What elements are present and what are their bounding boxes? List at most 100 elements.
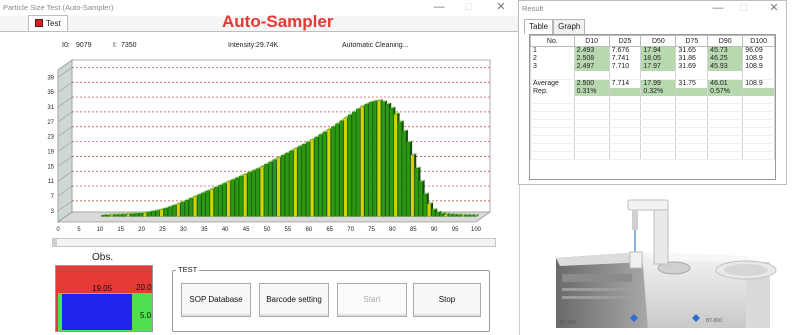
sop-database-button[interactable]: SOP Database [181,283,251,317]
bar [473,215,477,217]
chart-scrollbar-thumb[interactable] [53,239,57,246]
table-row[interactable]: 2 2.508 7.741 18.05 31.86 46.25 108.9 [530,55,775,63]
obs-lower-limit: 5.0 [140,311,152,320]
result-maximize-button[interactable]: □ [733,1,755,16]
x-tick-label: 10 [96,227,103,233]
y-tick-label: 15 [47,164,54,170]
result-table-container: No. D10 D25 D50 D75 D90 D100 1 2.493 7.6… [529,34,776,180]
y-tick-label: 3 [51,209,55,215]
bar [322,131,327,217]
i0-value: 9079 [76,42,92,49]
table-cell: 108.9 [742,79,775,88]
bar [159,209,164,217]
table-cell: 108.9 [742,63,775,71]
x-tick-label: 90 [431,227,438,233]
table-cell: 17.99 [640,79,677,88]
bar [360,106,365,217]
table-cell: 108.9 [742,55,775,63]
bar [180,201,185,217]
x-tick-label: 80 [389,227,396,233]
y-tick-label: 23 [47,135,54,141]
result-minimize-button[interactable]: — [707,1,729,16]
bar [134,213,139,217]
bar [122,214,126,217]
table-cell: 7.714 [608,79,642,88]
y-tick-label: 19 [47,150,54,156]
bar [402,131,406,217]
bar [460,215,465,217]
table-cell: 31.75 [675,79,709,88]
x-tick-label: 0 [56,227,60,233]
bar [456,214,461,217]
bar [218,185,222,217]
tab-test-label: Test [46,19,61,28]
stop-button[interactable]: Stop [413,283,481,317]
table-cell: 96.09 [742,46,775,55]
column-header[interactable]: No. [530,35,575,47]
right-edge [789,0,808,335]
bar [138,213,143,217]
average-row[interactable]: Average 2.500 7.714 17.99 31.75 46.01 10… [530,79,775,88]
bar [289,150,294,217]
maximize-button[interactable]: □ [458,0,480,15]
x-tick-label: 30 [180,227,187,233]
barcode-setting-button[interactable]: Barcode setting [259,283,329,317]
tab-test[interactable]: Test [28,15,68,31]
x-tick-label: 95 [452,227,459,233]
table-cell: Rep. [530,87,575,96]
bar [280,155,285,217]
table-cell: 31.86 [675,55,709,63]
tab-graph[interactable]: Graph [553,19,586,34]
result-close-button[interactable]: ✕ [763,1,785,16]
bar [264,164,268,217]
table-row[interactable]: 1 2.493 7.676 17.94 31.65 45.73 96.09 [530,46,775,55]
table-cell: 2.500 [573,79,610,88]
table-cell: 31.69 [675,63,709,71]
bar [193,196,197,217]
bar [147,211,151,217]
chart-scrollbar[interactable] [52,238,496,247]
table-cell [608,87,642,96]
minimize-button[interactable]: — [428,0,450,15]
i0-label: I0: [62,42,70,49]
bar [464,215,469,217]
column-header[interactable]: D10 [573,35,610,47]
bar [109,214,114,217]
y-tick-label: 35 [47,90,54,96]
tab-table[interactable]: Table [524,19,554,34]
rep-row[interactable]: Rep. 0.31% 0.32% 0.57% [530,87,775,96]
bar [339,120,344,217]
table-cell: 7.741 [608,55,642,63]
y-tick-label: 31 [47,105,54,111]
bar [260,166,264,217]
instrument-label-right: BT-800 [706,318,722,324]
start-button[interactable]: Start [337,283,407,317]
result-window: Result — □ ✕ Table Graph No. D10 D25 D50 … [518,0,787,185]
bar [393,114,398,217]
table-cell: 46.01 [707,79,744,88]
bar [155,210,160,217]
bar [452,214,457,217]
bar [389,108,394,217]
column-header[interactable]: D90 [707,35,744,47]
column-header[interactable]: D100 [742,35,775,47]
bar [113,214,118,217]
bar [377,100,381,217]
bar [331,126,335,217]
table-cell: Average [530,79,575,88]
x-tick-label: 85 [410,227,417,233]
x-tick-label: 75 [368,227,375,233]
table-cell: 0.57% [707,87,744,96]
bar [418,181,423,217]
table-row[interactable]: 3 2.497 7.710 17.97 31.69 45.93 108.9 [530,63,775,71]
table-cell: 7.710 [608,63,642,71]
column-header[interactable]: D50 [640,35,677,47]
bar [293,148,298,217]
table-cell: 2.493 [573,46,610,55]
close-button[interactable]: ✕ [490,0,512,15]
obs-blue-level [62,294,132,330]
column-header[interactable]: D75 [675,35,709,47]
column-header[interactable]: D25 [608,35,642,47]
table-cell: 17.97 [640,63,677,71]
bar [251,170,256,217]
